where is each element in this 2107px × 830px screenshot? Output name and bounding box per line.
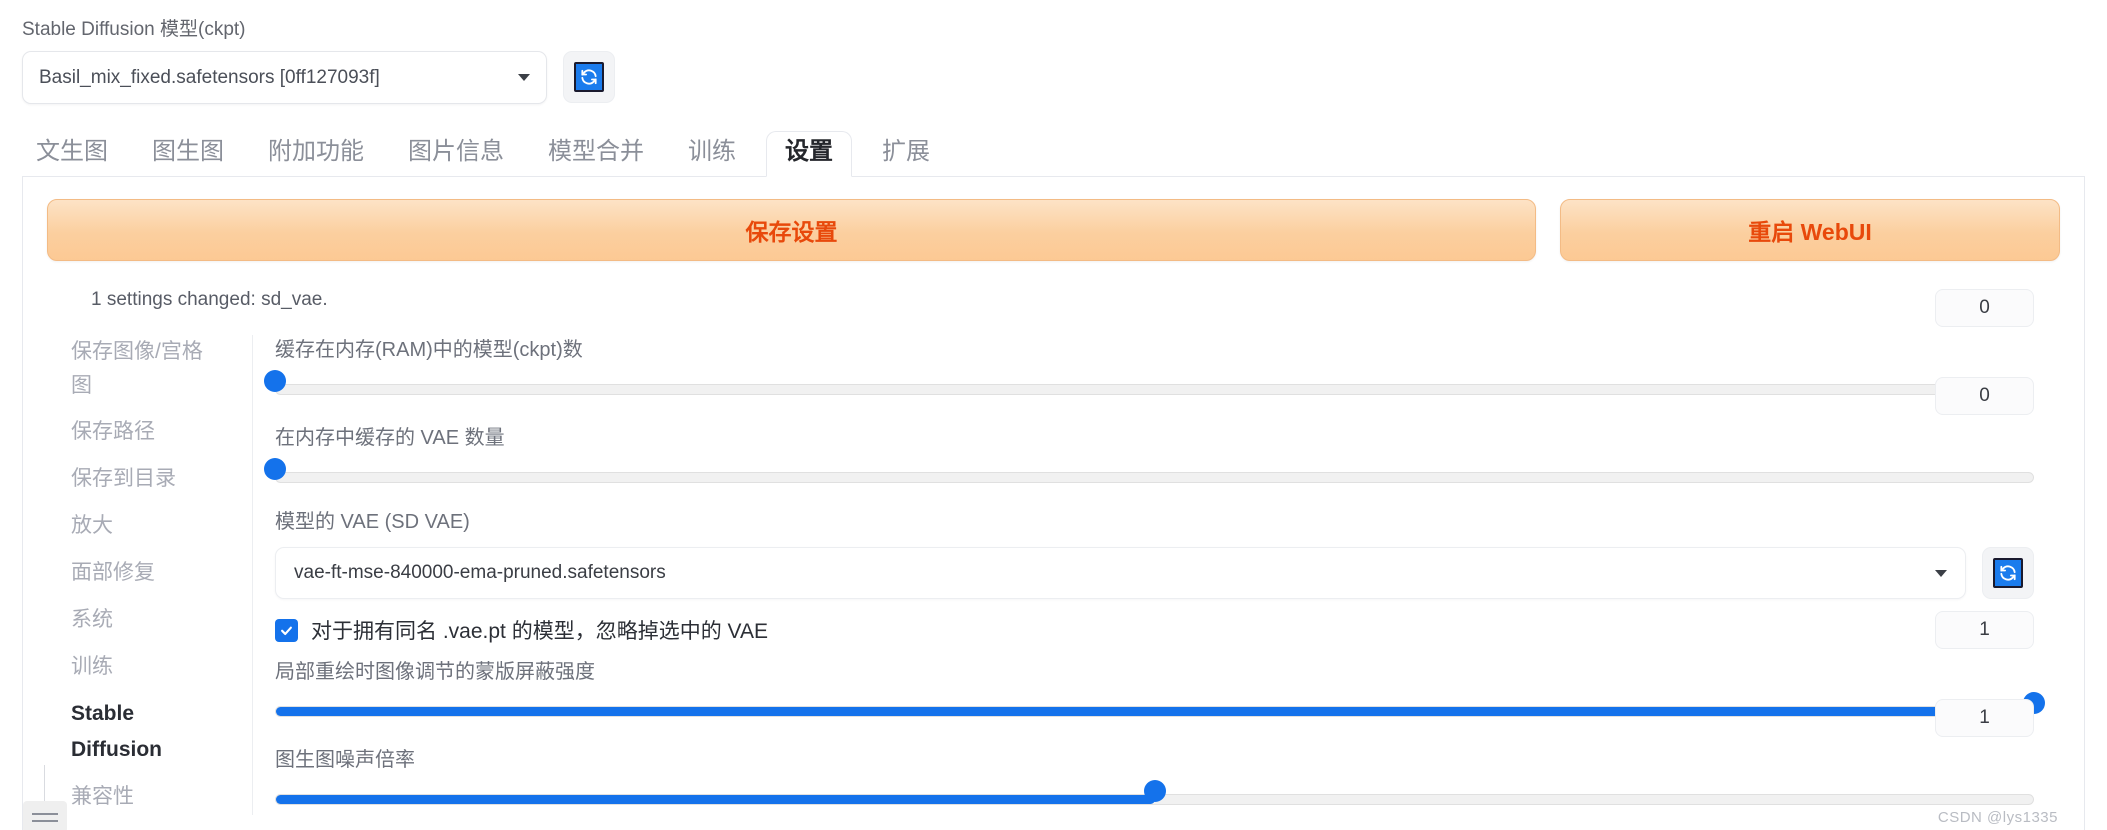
- tab-settings[interactable]: 设置: [766, 131, 852, 177]
- sidebar-item-face-restoration[interactable]: 面部修复: [71, 555, 221, 591]
- inpaint-mask-weight-slider[interactable]: [275, 692, 2045, 727]
- tab-img2img[interactable]: 图生图: [138, 134, 238, 176]
- restart-webui-button[interactable]: 重启 WebUI: [1560, 199, 2060, 261]
- slider-fill: [276, 707, 2033, 716]
- refresh-models-button[interactable]: [563, 51, 615, 103]
- slider-fill: [276, 795, 1155, 804]
- slider-track: [275, 472, 2034, 483]
- sidebar-item-stable-diffusion[interactable]: Stable Diffusion: [71, 696, 221, 768]
- img2img-noise-slider[interactable]: [275, 780, 2034, 815]
- settings-action-row: 保存设置 重启 WebUI: [23, 177, 2084, 261]
- field-ram-cache: 缓存在内存(RAM)中的模型(ckpt)数 0: [264, 289, 2034, 405]
- hamburger-bar: [32, 819, 58, 822]
- settings-sidebar: 保存图像/宫格图 保存路径 保存到目录 放大 面部修复 系统 训练 Stable…: [23, 335, 253, 830]
- sidebar-item-save-images[interactable]: 保存图像/宫格图: [71, 335, 221, 403]
- inpaint-mask-weight-label: 局部重绘时图像调节的蒙版屏蔽强度: [275, 661, 595, 683]
- slider-track: [275, 706, 2034, 717]
- refresh-vae-button[interactable]: [1982, 547, 2034, 599]
- tab-extensions[interactable]: 扩展: [868, 134, 944, 176]
- refresh-icon: [1993, 558, 2023, 588]
- refresh-icon: [574, 62, 604, 92]
- sd-vae-dropdown[interactable]: vae-ft-mse-840000-ema-pruned.safetensors: [275, 547, 1966, 599]
- chevron-down-icon: [1935, 569, 1947, 577]
- field-img2img-noise: 图生图噪声倍率 1: [275, 699, 2034, 815]
- settings-body: 保存图像/宫格图 保存路径 保存到目录 放大 面部修复 系统 训练 Stable…: [23, 289, 2084, 830]
- sidebar-item-save-paths[interactable]: 保存路径: [71, 414, 221, 450]
- checkbox-icon[interactable]: [275, 618, 298, 642]
- sidebar-item-save-to-dirs[interactable]: 保存到目录: [71, 461, 221, 497]
- tab-train[interactable]: 训练: [674, 134, 750, 176]
- app-window: Stable Diffusion 模型(ckpt) Basil_mix_fixe…: [0, 0, 2107, 830]
- model-selector-controls: Basil_mix_fixed.safetensors [0ff127093f]: [22, 51, 662, 104]
- ignore-vae-label: 对于拥有同名 .vae.pt 的模型，忽略掉选中的 VAE: [311, 620, 769, 643]
- slider-thumb[interactable]: [264, 370, 286, 392]
- ram-cache-label: 缓存在内存(RAM)中的模型(ckpt)数: [275, 339, 583, 361]
- sidebar-item-compatibility[interactable]: 兼容性: [71, 779, 221, 815]
- tab-png-info[interactable]: 图片信息: [394, 134, 518, 176]
- sd-vae-label: 模型的 VAE (SD VAE): [275, 511, 470, 533]
- field-inpaint-mask-weight: 局部重绘时图像调节的蒙版屏蔽强度 1: [275, 611, 2045, 727]
- main-tab-bar: 文生图 图生图 附加功能 图片信息 模型合并 训练 设置 扩展: [22, 131, 2085, 177]
- ram-cache-slider[interactable]: [264, 370, 2034, 405]
- settings-status-message: 1 settings changed: sd_vae.: [91, 289, 328, 310]
- sidebar-divider: [44, 765, 45, 801]
- slider-thumb[interactable]: [264, 458, 286, 480]
- sidebar-item-upscaling[interactable]: 放大: [71, 508, 221, 544]
- slider-track: [275, 384, 2034, 395]
- tab-extras[interactable]: 附加功能: [254, 134, 378, 176]
- img2img-noise-label: 图生图噪声倍率: [275, 749, 415, 771]
- hamburger-icon[interactable]: [23, 801, 67, 830]
- sd-model-dropdown[interactable]: Basil_mix_fixed.safetensors [0ff127093f]: [22, 51, 547, 104]
- settings-panel: 保存设置 重启 WebUI 1 settings changed: sd_vae…: [22, 177, 2085, 830]
- vae-cache-slider[interactable]: [264, 458, 2034, 493]
- field-sd-vae: 模型的 VAE (SD VAE) vae-ft-mse-840000-ema-p…: [275, 507, 2034, 599]
- model-selector-row: Stable Diffusion 模型(ckpt) Basil_mix_fixe…: [22, 18, 662, 104]
- hamburger-bar: [32, 812, 58, 815]
- watermark: CSDN @lys1335: [1937, 809, 2058, 826]
- field-vae-cache: 在内存中缓存的 VAE 数量 0: [264, 377, 2034, 493]
- save-settings-button[interactable]: 保存设置: [47, 199, 1536, 261]
- sd-model-dropdown-value: Basil_mix_fixed.safetensors [0ff127093f]: [39, 66, 380, 88]
- img2img-noise-value[interactable]: 1: [1935, 699, 2034, 737]
- model-selector-label: Stable Diffusion 模型(ckpt): [22, 19, 246, 40]
- vae-cache-label: 在内存中缓存的 VAE 数量: [275, 427, 505, 449]
- sd-vae-dropdown-value: vae-ft-mse-840000-ema-pruned.safetensors: [294, 562, 666, 583]
- chevron-down-icon: [518, 74, 530, 81]
- inpaint-mask-weight-value[interactable]: 1: [1935, 611, 2034, 649]
- sd-vae-row: vae-ft-mse-840000-ema-pruned.safetensors: [275, 547, 2034, 599]
- ram-cache-value[interactable]: 0: [1935, 289, 2034, 327]
- tab-checkpoint-merger[interactable]: 模型合并: [534, 134, 658, 176]
- slider-thumb[interactable]: [1143, 780, 1166, 802]
- ignore-vae-checkbox-row[interactable]: 对于拥有同名 .vae.pt 的模型，忽略掉选中的 VAE: [275, 615, 2034, 645]
- sidebar-item-training[interactable]: 训练: [71, 649, 221, 685]
- tab-txt2img[interactable]: 文生图: [22, 134, 122, 176]
- settings-content: 缓存在内存(RAM)中的模型(ckpt)数 0 在内存中缓存的 VAE 数量 0: [253, 289, 2084, 815]
- vae-cache-value[interactable]: 0: [1935, 377, 2034, 415]
- sidebar-item-system[interactable]: 系统: [71, 602, 221, 638]
